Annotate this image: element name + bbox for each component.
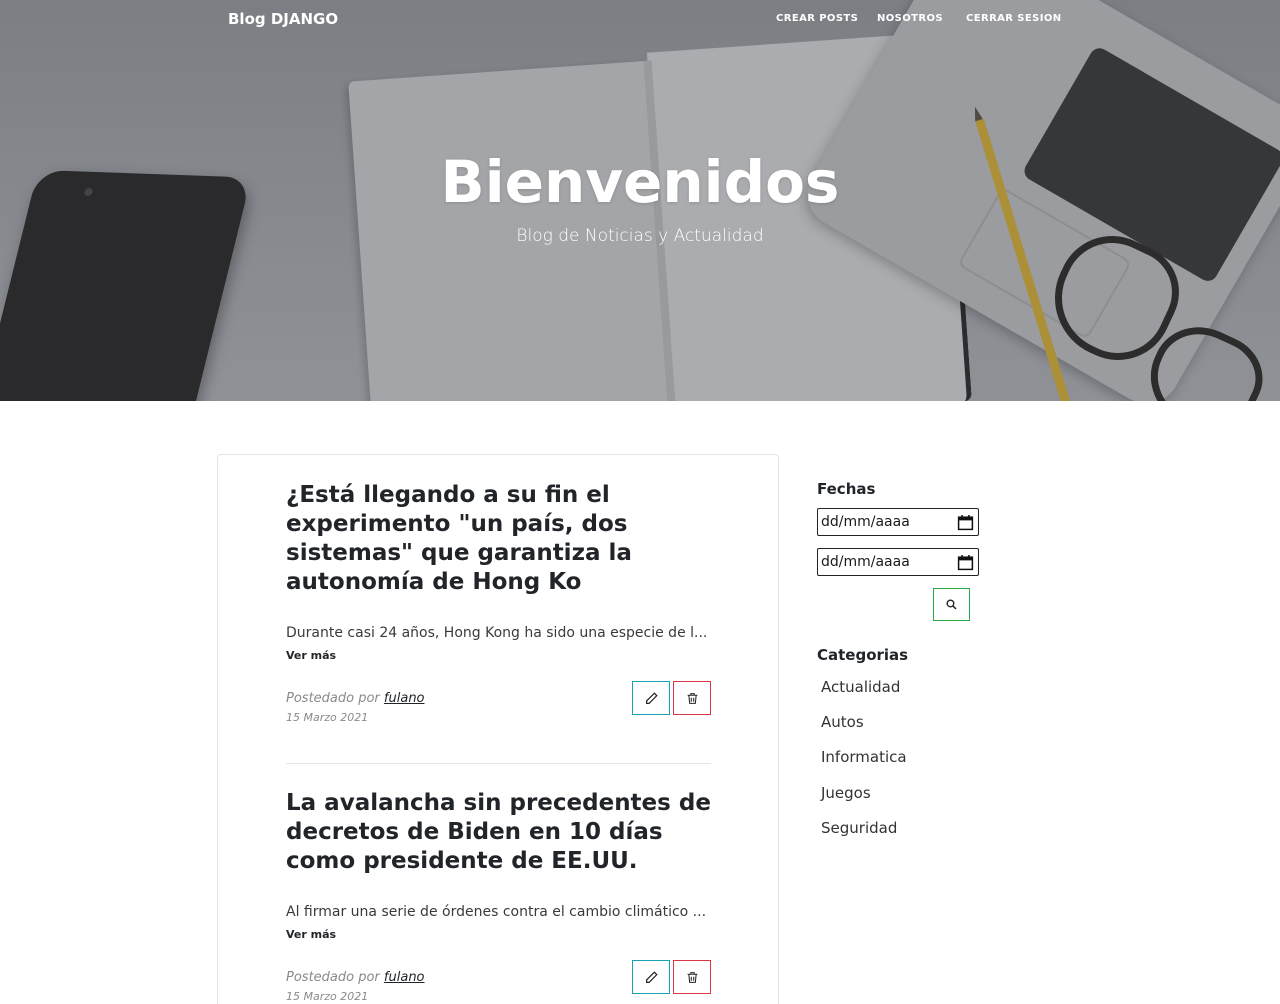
read-more-link[interactable]: Ver más <box>286 928 336 941</box>
post-title[interactable]: ¿Está llegando a su fin el experimento "… <box>286 481 711 597</box>
date-from-value: dd/mm/aaaa <box>821 514 910 530</box>
category-link-autos[interactable]: Autos <box>821 713 864 731</box>
pencil-icon <box>645 970 658 983</box>
category-link-informatica[interactable]: Informatica <box>821 748 907 766</box>
author-link[interactable]: fulano <box>384 970 425 985</box>
post-meta: Postedado por fulano 15 Marzo 2021 <box>286 681 711 731</box>
pencil-icon <box>645 691 658 704</box>
author-link[interactable]: fulano <box>384 691 425 706</box>
category-link-actualidad[interactable]: Actualidad <box>821 678 900 696</box>
calendar-icon[interactable] <box>957 514 974 531</box>
main-nav: CREAR POSTS NOSOTROS CERRAR SESION <box>0 8 1280 30</box>
date-from-input[interactable]: dd/mm/aaaa <box>817 508 979 536</box>
search-icon <box>946 599 957 610</box>
categories-heading: Categorias <box>817 646 909 664</box>
post-meta: Postedado por fulano 15 Marzo 2021 <box>286 960 711 1004</box>
nav-nosotros[interactable]: NOSOTROS <box>877 8 943 30</box>
hero-subtitle: Blog de Noticias y Actualidad <box>516 226 764 246</box>
edit-button[interactable] <box>632 960 670 994</box>
hero-header: Blog DJANGO CREAR POSTS NOSOTROS CERRAR … <box>0 0 1280 401</box>
category-link-juegos[interactable]: Juegos <box>821 784 871 802</box>
posts-card: ¿Está llegando a su fin el experimento "… <box>217 454 779 1004</box>
post-excerpt: Al firmar una serie de órdenes contra el… <box>286 904 707 920</box>
delete-button[interactable] <box>673 681 711 715</box>
posted-by-label: Postedado por <box>286 970 380 985</box>
trash-icon <box>687 692 697 704</box>
date-to-input[interactable]: dd/mm/aaaa <box>817 548 979 576</box>
post-item: La avalancha sin precedentes de decretos… <box>286 789 711 1004</box>
delete-button[interactable] <box>673 960 711 994</box>
nav-cerrar-sesion[interactable]: CERRAR SESION <box>966 8 1062 30</box>
edit-button[interactable] <box>632 681 670 715</box>
nav-crear-posts[interactable]: CREAR POSTS <box>776 8 858 30</box>
post-item: ¿Está llegando a su fin el experimento "… <box>286 481 711 731</box>
category-link-seguridad[interactable]: Seguridad <box>821 819 897 837</box>
read-more-link[interactable]: Ver más <box>286 649 336 662</box>
date-to-value: dd/mm/aaaa <box>821 554 910 570</box>
posted-by-label: Postedado por <box>286 691 380 706</box>
search-button[interactable] <box>933 588 970 621</box>
post-divider <box>286 763 711 764</box>
trash-icon <box>687 971 697 983</box>
post-excerpt: Durante casi 24 años, Hong Kong ha sido … <box>286 625 708 641</box>
hero-title: Bienvenidos <box>440 148 840 216</box>
calendar-icon[interactable] <box>957 554 974 571</box>
dates-heading: Fechas <box>817 480 876 498</box>
post-title[interactable]: La avalancha sin precedentes de decretos… <box>286 789 711 876</box>
